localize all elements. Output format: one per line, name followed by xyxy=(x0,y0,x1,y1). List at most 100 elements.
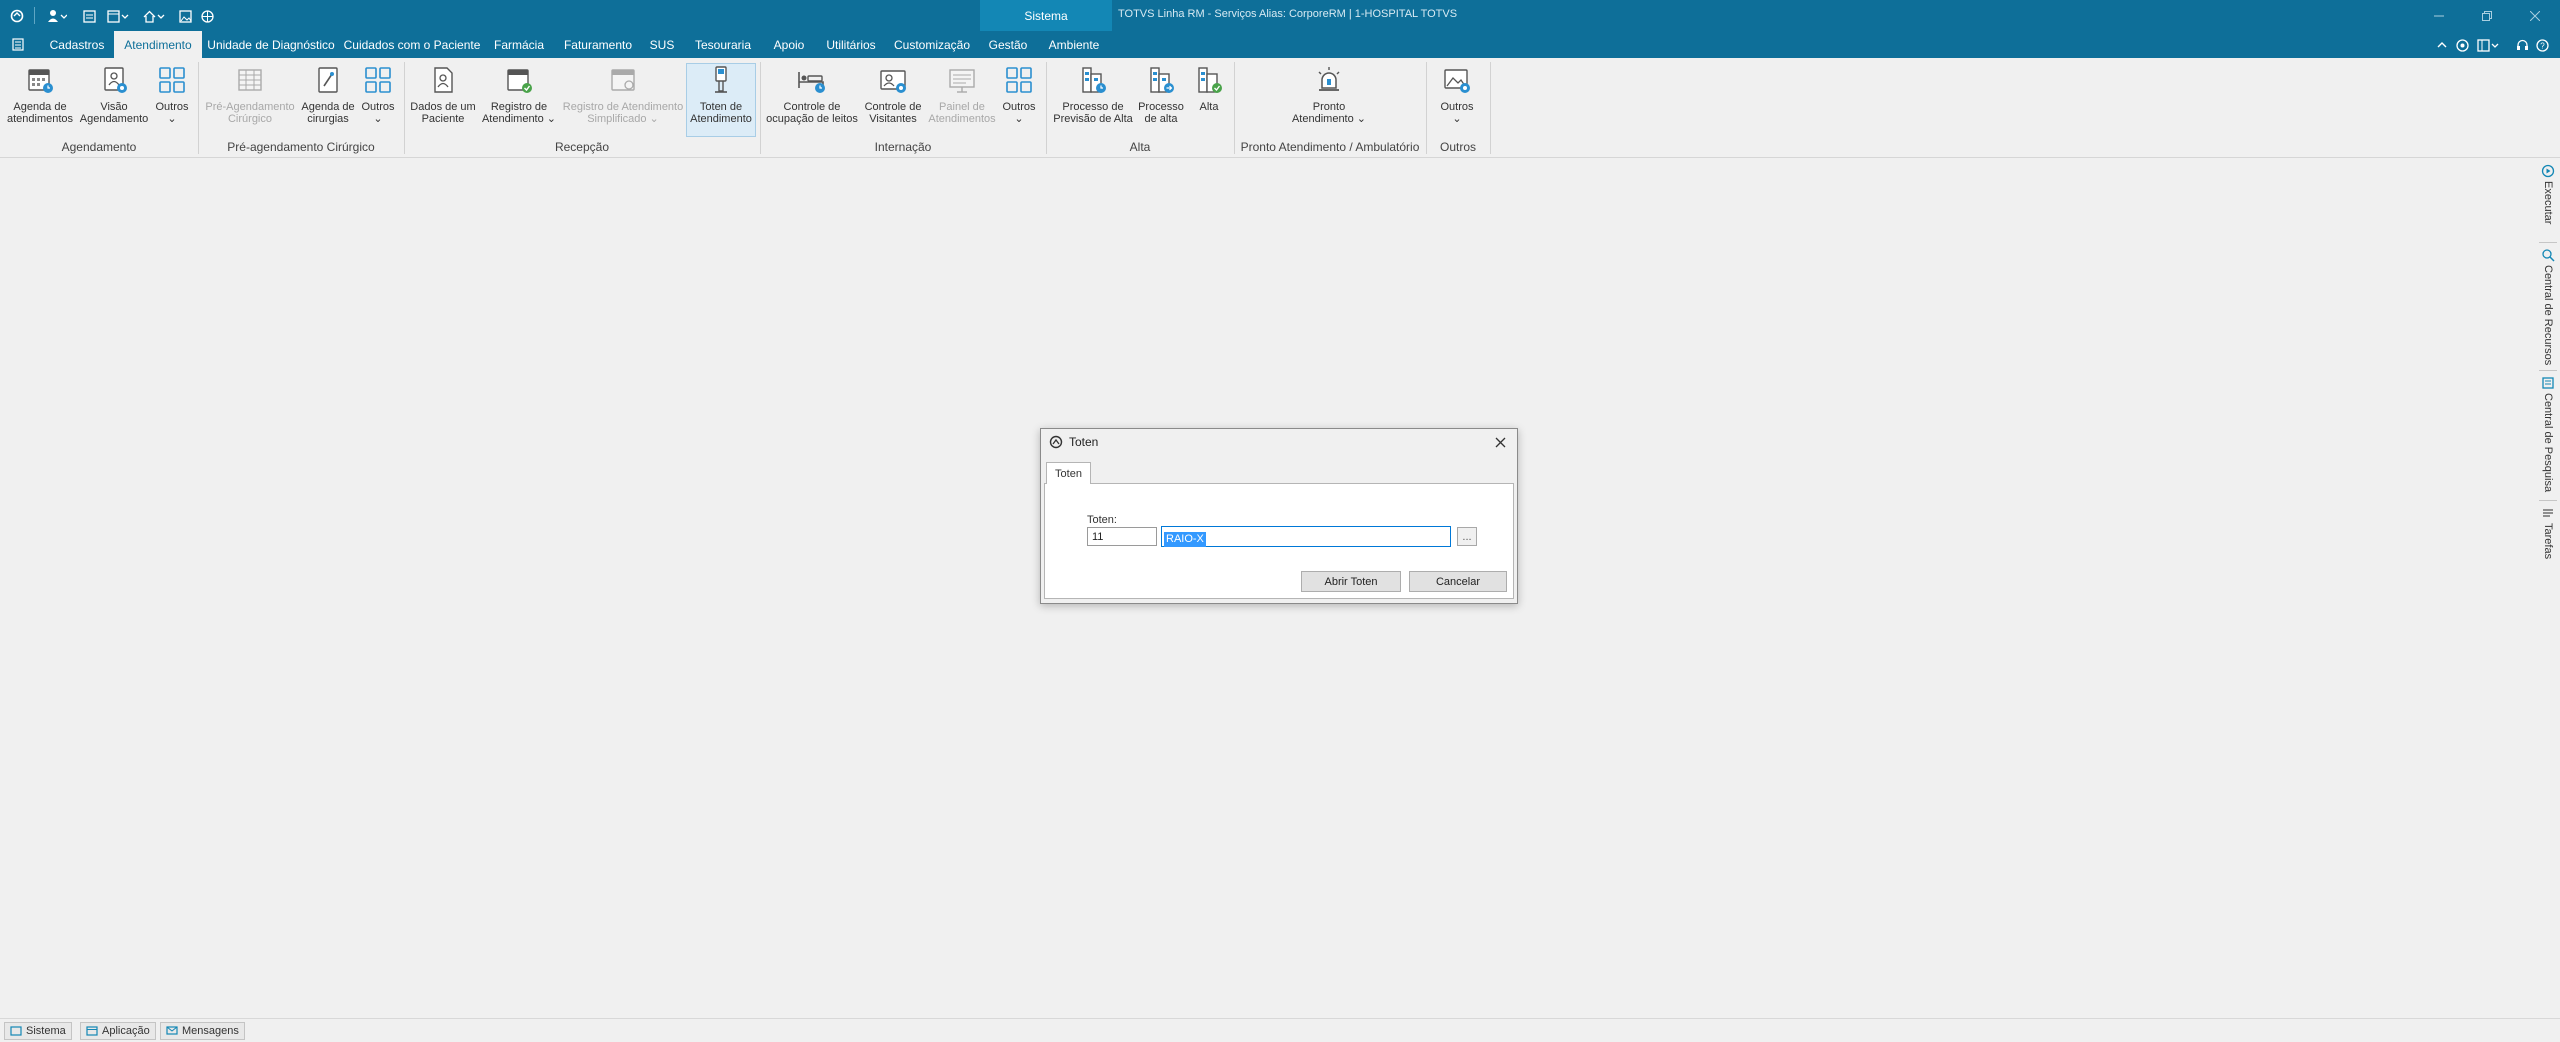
pronto-atendimento-button[interactable]: Pronto Atendimento ⌄ xyxy=(1290,64,1368,125)
collapse-ribbon-icon[interactable] xyxy=(2434,35,2450,55)
button-label: Controle de ocupação de leitos xyxy=(766,101,858,125)
headset-icon[interactable] xyxy=(2514,35,2530,55)
button-label: Outros ⌄ xyxy=(1440,101,1474,125)
menu-farmacia[interactable]: Farmácia xyxy=(488,31,550,58)
toten-atendimento-button[interactable]: Toten de Atendimento xyxy=(686,63,756,137)
button-label: Pronto Atendimento ⌄ xyxy=(1291,101,1367,125)
button-label: Registro de Atendimento Simplificado ⌄ xyxy=(562,101,684,125)
painel-atendimentos-button[interactable]: Painel de Atendimentos xyxy=(926,64,998,125)
status-sistema-button[interactable]: Sistema xyxy=(4,1022,72,1040)
side-tab-central-recursos[interactable]: Central de Recursos xyxy=(2536,248,2560,365)
controle-ocupacao-leitos-button[interactable]: Controle de ocupação de leitos xyxy=(764,64,860,125)
toten-name-input[interactable]: RAIO-X xyxy=(1161,526,1451,547)
calculator-icon[interactable] xyxy=(80,6,98,26)
dialog-body: Toten: RAIO-X ... Abrir Toten Cancelar xyxy=(1044,483,1514,599)
restore-icon[interactable] xyxy=(2472,5,2502,27)
globe-icon[interactable] xyxy=(198,6,216,26)
discharge-forecast-icon xyxy=(1082,67,1106,93)
layout-icon[interactable] xyxy=(2474,35,2502,55)
group-label-outros: Outros xyxy=(1439,140,1476,154)
window-icon[interactable] xyxy=(104,6,132,26)
minimize-icon[interactable] xyxy=(2424,5,2454,27)
menu-unidade-diagnostico[interactable]: Unidade de Diagnóstico xyxy=(206,31,336,58)
outros-internacao-button[interactable]: Outros ⌄ xyxy=(998,64,1040,125)
outros-agendamento-button[interactable]: Outros ⌄ xyxy=(152,64,192,125)
button-label: Controle de Visitantes xyxy=(864,101,922,125)
menu-atendimento[interactable]: Atendimento xyxy=(114,31,202,58)
hospital-exit-icon xyxy=(1198,67,1222,93)
button-label: Alta xyxy=(1199,101,1219,113)
system-tab-label: Sistema xyxy=(1024,8,1068,23)
list-search-icon xyxy=(2542,377,2554,389)
agenda-atendimentos-button[interactable]: Agenda de atendimentos xyxy=(4,64,76,125)
side-tab-tarefas[interactable]: Tarefas xyxy=(2536,506,2560,559)
menu-sus[interactable]: SUS xyxy=(646,31,678,58)
outros-button[interactable]: Outros ⌄ xyxy=(1432,64,1482,125)
document-menu-icon[interactable] xyxy=(6,31,30,58)
schedule-view-icon xyxy=(104,67,127,93)
button-label: Toten de Atendimento xyxy=(690,101,752,125)
side-tab-executar[interactable]: Executar xyxy=(2536,164,2560,224)
alta-button[interactable]: Alta xyxy=(1188,64,1230,113)
status-mensagens-button[interactable]: Mensagens xyxy=(160,1022,245,1040)
group-label-agendamento: Agendamento xyxy=(61,140,137,154)
menu-cadastros[interactable]: Cadastros xyxy=(44,31,110,58)
home-icon[interactable] xyxy=(140,6,168,26)
group-label-recepcao: Recepção xyxy=(554,140,610,154)
lookup-button[interactable]: ... xyxy=(1457,527,1477,546)
bed-icon xyxy=(798,72,825,93)
processo-previsao-alta-button[interactable]: Processo de Previsão de Alta xyxy=(1050,64,1136,125)
tab-toten[interactable]: Toten xyxy=(1046,462,1091,484)
registro-atendimento-simplificado-button[interactable]: Registro de Atendimento Simplificado ⌄ xyxy=(560,64,686,125)
visao-agendamento-button[interactable]: Visão Agendamento xyxy=(78,64,150,125)
surgery-schedule-icon xyxy=(318,67,338,93)
pre-agendamento-cirurgico-button[interactable]: Pré-Agendamento Cirúrgico xyxy=(202,64,298,125)
discharge-process-icon xyxy=(1150,67,1174,93)
calendar-icon xyxy=(28,69,53,93)
execute-icon xyxy=(2541,164,2555,178)
menu-gestao[interactable]: Gestão xyxy=(982,31,1034,58)
gallery-icon xyxy=(1444,69,1470,93)
abrir-toten-button[interactable]: Abrir Toten xyxy=(1301,571,1401,592)
menu-faturamento[interactable]: Faturamento xyxy=(558,31,638,58)
agenda-cirurgias-button[interactable]: Agenda de cirurgias xyxy=(298,64,358,125)
dados-paciente-button[interactable]: Dados de um Paciente xyxy=(408,64,478,125)
menu-customizacao[interactable]: Customização xyxy=(892,31,972,58)
outros-pre-agendamento-button[interactable]: Outros ⌄ xyxy=(358,64,398,125)
user-icon[interactable] xyxy=(44,6,70,26)
status-label: Aplicação xyxy=(102,1025,150,1037)
button-label: Agenda de cirurgias xyxy=(301,101,355,125)
status-label: Sistema xyxy=(26,1025,66,1037)
menu-tesouraria[interactable]: Tesouraria xyxy=(688,31,758,58)
app-menu-icon[interactable] xyxy=(8,6,26,26)
system-tab[interactable]: Sistema xyxy=(980,0,1112,31)
registro-atendimento-button[interactable]: Registro de Atendimento ⌄ xyxy=(480,64,558,125)
close-icon[interactable] xyxy=(1491,433,1509,451)
support-icon[interactable] xyxy=(2454,35,2470,55)
button-label: Dados de um Paciente xyxy=(410,101,476,125)
menu-utilitarios[interactable]: Utilitários xyxy=(820,31,882,58)
menu-cuidados-paciente[interactable]: Cuidados com o Paciente xyxy=(344,31,481,58)
menu-ambiente[interactable]: Ambiente xyxy=(1044,31,1104,58)
side-tab-central-pesquisa[interactable]: Central de Pesquisa xyxy=(2536,376,2560,492)
help-icon[interactable]: ? xyxy=(2534,35,2550,55)
selected-text: RAIO-X xyxy=(1164,532,1206,547)
window-title: TOTVS Linha RM - Serviços Alias: Corpore… xyxy=(1118,8,1458,20)
message-icon xyxy=(166,1026,178,1035)
image-icon[interactable] xyxy=(176,6,194,26)
status-aplicacao-button[interactable]: Aplicação xyxy=(80,1022,156,1040)
grid-icon xyxy=(1006,67,1032,93)
menu-apoio[interactable]: Apoio xyxy=(766,31,812,58)
title-bar: Sistema TOTVS Linha RM - Serviços Alias:… xyxy=(0,0,2560,31)
button-label: Processo de Previsão de Alta xyxy=(1053,101,1133,125)
cancel-button[interactable]: Cancelar xyxy=(1409,571,1507,592)
emergency-siren-icon xyxy=(1318,67,1340,91)
visitor-badge-icon xyxy=(880,70,906,93)
system-icon xyxy=(10,1026,22,1036)
processo-alta-button[interactable]: Processo de alta xyxy=(1136,64,1186,125)
controle-visitantes-button[interactable]: Controle de Visitantes xyxy=(860,64,926,125)
toten-code-input[interactable] xyxy=(1087,527,1157,546)
app-logo-icon xyxy=(1049,435,1063,449)
side-tab-label: Tarefas xyxy=(2542,523,2554,560)
close-window-icon[interactable] xyxy=(2520,5,2550,27)
